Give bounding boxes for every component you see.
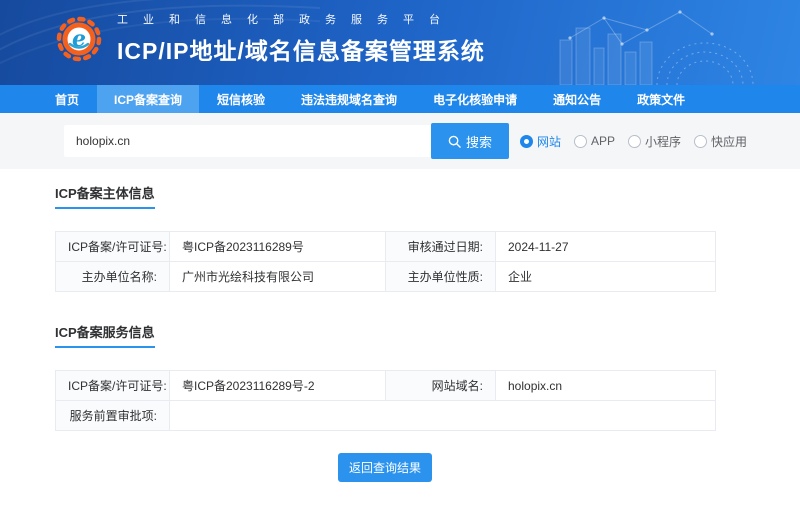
- subject-info-table: ICP备案/许可证号: 粤ICP备2023116289号 审核通过日期: 202…: [55, 231, 716, 292]
- search-button-label: 搜索: [466, 132, 492, 151]
- field-label: 网站域名:: [386, 371, 496, 401]
- radio-website-label: 网站: [537, 133, 561, 150]
- radio-app[interactable]: APP: [574, 134, 615, 148]
- system-title: ICP/IP地址/域名信息备案管理系统: [117, 32, 485, 66]
- field-value: [170, 401, 716, 431]
- search-bar-section: 搜索 网站 APP 小程序 快应用: [0, 113, 800, 169]
- nav-item-icp-query[interactable]: ICP备案查询: [97, 85, 199, 113]
- page-header: e 工业和信息化部政务服务平台 ICP/IP地址/域名信息备案管理系统: [0, 0, 800, 85]
- search-box: 搜索: [64, 123, 509, 159]
- nav-item-illegal-domain-query[interactable]: 违法违规域名查询: [283, 85, 415, 113]
- field-label: 主办单位性质:: [386, 262, 496, 292]
- ministry-platform-title: 工业和信息化部政务服务平台: [117, 11, 485, 27]
- table-row: 服务前置审批项:: [56, 401, 716, 431]
- subject-info-section-title: ICP备案主体信息: [55, 183, 155, 209]
- field-label: ICP备案/许可证号:: [56, 232, 170, 262]
- magnifier-icon: [448, 135, 461, 148]
- radio-app-label: APP: [591, 134, 615, 148]
- field-value: 粤ICP备2023116289号-2: [170, 371, 386, 401]
- nav-item-notices[interactable]: 通知公告: [535, 85, 619, 113]
- header-skyline-decoration: [552, 0, 792, 85]
- radio-website-dot-icon: [520, 135, 533, 148]
- result-content: ICP备案主体信息 ICP备案/许可证号: 粤ICP备2023116289号 审…: [55, 169, 715, 482]
- field-label: ICP备案/许可证号:: [56, 371, 170, 401]
- table-row: ICP备案/许可证号: 粤ICP备2023116289号-2 网站域名: hol…: [56, 371, 716, 401]
- nav-item-policy-files[interactable]: 政策文件: [619, 85, 703, 113]
- miit-gear-e-logo-icon: e: [55, 15, 103, 63]
- field-value: 企业: [496, 262, 716, 292]
- service-info-table: ICP备案/许可证号: 粤ICP备2023116289号-2 网站域名: hol…: [55, 370, 716, 431]
- radio-quick-app-label: 快应用: [711, 133, 747, 150]
- radio-website[interactable]: 网站: [520, 133, 561, 150]
- nav-item-sms-verify[interactable]: 短信核验: [199, 85, 283, 113]
- search-type-radio-group: 网站 APP 小程序 快应用: [520, 133, 747, 150]
- field-label: 审核通过日期:: [386, 232, 496, 262]
- field-value: 2024-11-27: [496, 232, 716, 262]
- main-nav: 首页 ICP备案查询 短信核验 违法违规域名查询 电子化核验申请 通知公告 政策…: [0, 85, 800, 113]
- table-row: 主办单位名称: 广州市光绘科技有限公司 主办单位性质: 企业: [56, 262, 716, 292]
- domain-search-input[interactable]: [64, 125, 431, 157]
- radio-quick-app-dot-icon: [694, 135, 707, 148]
- back-to-results-button[interactable]: 返回查询结果: [338, 453, 432, 482]
- field-value: 粤ICP备2023116289号: [170, 232, 386, 262]
- nav-item-home[interactable]: 首页: [37, 85, 97, 113]
- field-label: 主办单位名称:: [56, 262, 170, 292]
- radio-mini-program-dot-icon: [628, 135, 641, 148]
- field-label: 服务前置审批项:: [56, 401, 170, 431]
- radio-app-dot-icon: [574, 135, 587, 148]
- radio-mini-program-label: 小程序: [645, 133, 681, 150]
- radio-mini-program[interactable]: 小程序: [628, 133, 681, 150]
- service-info-section-title: ICP备案服务信息: [55, 322, 155, 348]
- field-value: holopix.cn: [496, 371, 716, 401]
- nav-item-e-verification-apply[interactable]: 电子化核验申请: [415, 85, 535, 113]
- field-value: 广州市光绘科技有限公司: [170, 262, 386, 292]
- search-button[interactable]: 搜索: [431, 123, 509, 159]
- radio-quick-app[interactable]: 快应用: [694, 133, 747, 150]
- table-row: ICP备案/许可证号: 粤ICP备2023116289号 审核通过日期: 202…: [56, 232, 716, 262]
